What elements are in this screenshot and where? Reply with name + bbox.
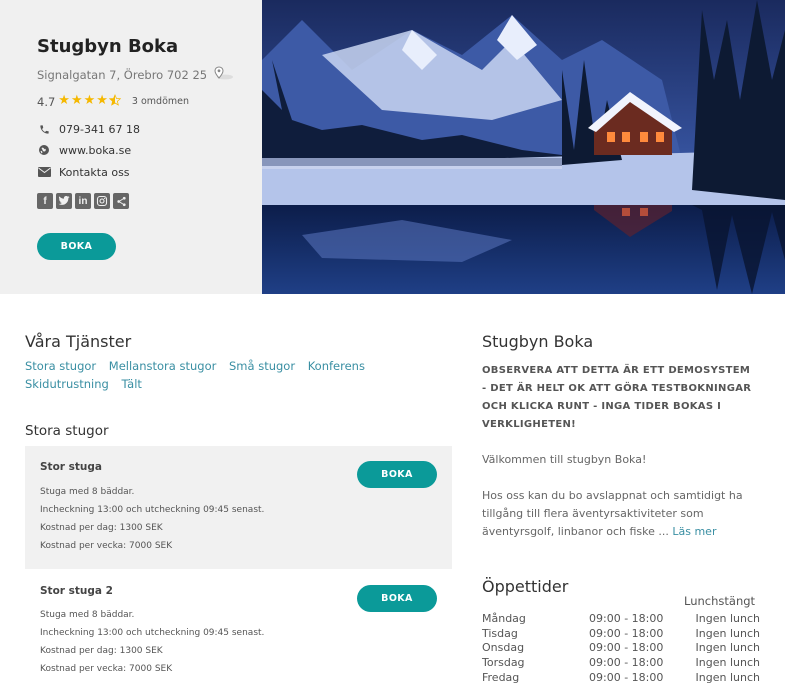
rating-value: 4.7: [37, 94, 56, 109]
social-links: f in: [37, 193, 132, 209]
phone-icon: [37, 122, 51, 136]
lunch-header: Lunchstängt: [684, 594, 756, 608]
listing-name: Stor stuga: [40, 461, 102, 473]
globe-icon: [37, 143, 51, 157]
hours-time: 09:00 - 18:00: [589, 627, 664, 640]
hours-lunch: Ingen lunch: [695, 641, 760, 654]
about-title: Stugbyn Boka: [482, 332, 594, 351]
hours-row: Fredag 09:00 - 18:00 Ingen lunch: [482, 671, 760, 686]
service-link[interactable]: Tält: [122, 377, 142, 391]
hours-day: Onsdag: [482, 641, 525, 654]
welcome-text: Välkommen till stugbyn Boka!: [482, 453, 647, 466]
hero-image: [262, 0, 785, 294]
hero-section: Stugbyn Boka Signalgatan 7, Örebro 702 2…: [0, 0, 785, 294]
star-icon: ★: [96, 93, 108, 108]
share-icon[interactable]: [113, 193, 129, 209]
listing-detail: Stuga med 8 bäddar.: [40, 610, 135, 620]
contact-row[interactable]: Kontakta oss: [37, 165, 130, 179]
facebook-icon[interactable]: f: [37, 193, 53, 209]
listing-detail: Kostnad per dag: 1300 SEK: [40, 523, 163, 533]
read-more-link[interactable]: Läs mer: [672, 525, 716, 538]
category-title: Stora stugor: [25, 423, 109, 439]
book-button[interactable]: BOKA: [357, 585, 437, 612]
demo-notice: OBSERVERA ATT DETTA ÄR ETT DEMOSYSTEM - …: [482, 365, 752, 430]
website-link: www.boka.se: [59, 143, 132, 157]
hours-day: Måndag: [482, 612, 526, 625]
service-link[interactable]: Mellanstora stugor: [109, 359, 217, 373]
hours-lunch: Ingen lunch: [695, 627, 760, 640]
book-button[interactable]: BOKA: [357, 461, 437, 488]
hours-lunch: Ingen lunch: [695, 671, 760, 684]
phone-row[interactable]: 079-341 67 18: [37, 122, 140, 136]
hours-title: Öppettider: [482, 577, 569, 596]
contact-link: Kontakta oss: [59, 165, 130, 179]
listing-name: Stor stuga 2: [40, 585, 113, 597]
star-icon: ★: [58, 93, 70, 108]
hours-row: Torsdag 09:00 - 18:00 Ingen lunch: [482, 656, 760, 671]
hours-time: 09:00 - 18:00: [589, 641, 664, 654]
hours-time: 09:00 - 18:00: [589, 656, 664, 669]
business-name: Stugbyn Boka: [37, 36, 179, 57]
listing-detail: Incheckning 13:00 och utcheckning 09:45 …: [40, 505, 265, 515]
book-button[interactable]: BOKA: [37, 233, 116, 260]
hours-row: Onsdag 09:00 - 18:00 Ingen lunch: [482, 641, 760, 656]
service-link[interactable]: Stora stugor: [25, 359, 96, 373]
listing-detail: Incheckning 13:00 och utcheckning 09:45 …: [40, 628, 265, 638]
hours-day: Fredag: [482, 671, 520, 684]
listing-detail: Kostnad per dag: 1300 SEK: [40, 646, 163, 656]
hours-day: Torsdag: [482, 656, 525, 669]
service-link[interactable]: Skidutrustning: [25, 377, 109, 391]
instagram-icon[interactable]: [94, 193, 110, 209]
map-pin-icon[interactable]: [213, 66, 234, 83]
listing-detail: Kostnad per vecka: 7000 SEK: [40, 541, 173, 551]
service-link[interactable]: Små stugor: [229, 359, 295, 373]
phone-number: 079-341 67 18: [59, 122, 140, 136]
business-info-card: Stugbyn Boka Signalgatan 7, Örebro 702 2…: [0, 0, 262, 294]
rating: 4.7 ★ ★ ★ ★ 3 omdömen: [37, 94, 189, 109]
twitter-icon[interactable]: [56, 193, 72, 209]
listing-card: Stor stuga 2 Stuga med 8 bäddar. Incheck…: [25, 570, 452, 690]
services-title: Våra Tjänster: [25, 332, 132, 351]
listing-detail: Stuga med 8 bäddar.: [40, 487, 135, 497]
half-star-icon: [108, 94, 122, 109]
hours-time: 09:00 - 18:00: [589, 671, 664, 684]
listing-card: Stor stuga Stuga med 8 bäddar. Incheckni…: [25, 446, 452, 569]
hours-day: Tisdag: [482, 627, 518, 640]
hours-row: Tisdag 09:00 - 18:00 Ingen lunch: [482, 627, 760, 642]
star-icon: ★: [83, 93, 96, 108]
envelope-icon: [37, 165, 51, 179]
description: Hos oss kan du bo avslappnat och samtidi…: [482, 487, 757, 541]
hours-row: Måndag 09:00 - 18:00 Ingen lunch: [482, 612, 760, 627]
hours-time: 09:00 - 18:00: [589, 612, 664, 625]
hours-lunch: Ingen lunch: [695, 656, 760, 669]
business-address: Signalgatan 7, Örebro 702 25: [37, 66, 234, 83]
hours-lunch: Ingen lunch: [695, 612, 760, 625]
service-links: Stora stugor Mellanstora stugor Små stug…: [25, 357, 445, 393]
reviews-count[interactable]: 3 omdömen: [132, 96, 189, 107]
listing-detail: Kostnad per vecka: 7000 SEK: [40, 664, 173, 674]
star-icon: ★: [70, 93, 83, 108]
address-text: Signalgatan 7, Örebro 702 25: [37, 67, 208, 82]
website-row[interactable]: www.boka.se: [37, 143, 131, 157]
service-link[interactable]: Konferens: [308, 359, 365, 373]
rating-stars: ★ ★ ★ ★: [58, 94, 122, 109]
linkedin-icon[interactable]: in: [75, 193, 91, 209]
